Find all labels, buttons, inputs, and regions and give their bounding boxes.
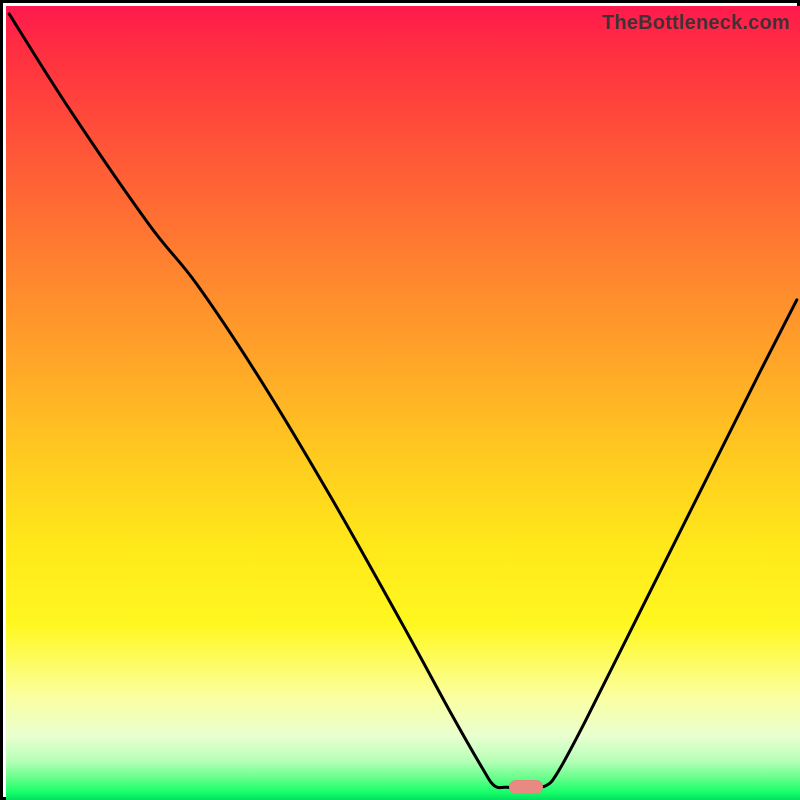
optimal-point-marker — [509, 780, 543, 794]
plot-area: TheBottleneck.com — [6, 6, 800, 800]
background-gradient — [6, 6, 800, 800]
chart-frame: TheBottleneck.com — [0, 0, 800, 800]
watermark-text: TheBottleneck.com — [602, 12, 790, 35]
